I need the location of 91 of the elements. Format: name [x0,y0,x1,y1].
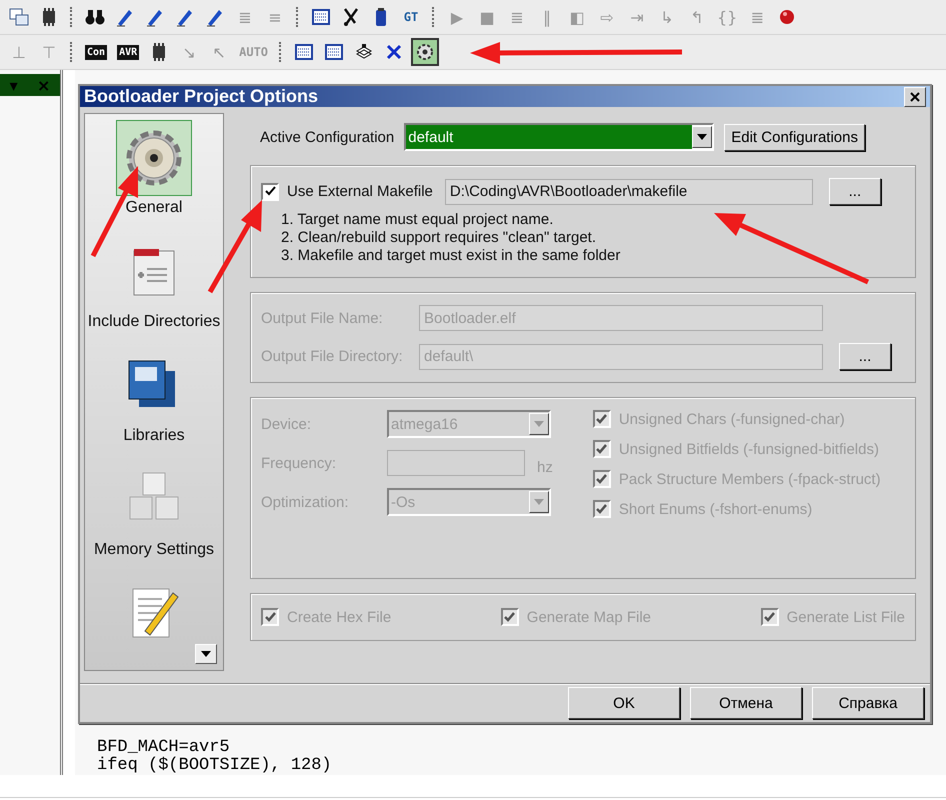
caret-icon [534,499,544,505]
field-label: Optimization: [261,494,350,510]
toolbar-button[interactable]: ≣ [504,3,530,31]
pen-icon [205,7,225,27]
checkbox-label: Generate Map File [526,608,652,626]
sidebar-item[interactable]: Include Directories [85,228,223,342]
dialog-button[interactable]: Справка [812,687,924,719]
checkmark-icon [596,414,608,424]
close-icon [909,90,921,102]
field-label: Output File Directory: [261,348,404,365]
edit-configurations-button[interactable]: Edit Configurations [724,124,865,150]
field-label: Device: [261,416,312,432]
toolbar-button[interactable]: ⇥ [624,3,650,31]
toolbar-button[interactable]: ≣ [744,3,770,31]
checkbox-label: Unsigned Bitfields (-funsigned-bitfields) [618,440,879,458]
grid-icon [324,42,344,62]
checkmark-icon [264,186,276,197]
toolbar-button[interactable] [411,38,440,66]
checkbox-label: Pack Structure Members (-fpack-struct) [618,470,881,488]
dialog-button[interactable]: Отмена [690,687,802,719]
dialog-button[interactable]: OK [568,687,680,719]
toolbar-button[interactable]: ‖ [534,3,560,31]
checkbox[interactable] [261,182,279,200]
toolbar-button[interactable]: ▶ [444,3,470,31]
sidebar-label: Libraries [123,426,185,446]
toolbar-button[interactable]: ◧ [564,3,590,31]
sidebar-label: Memory Settings [94,540,214,560]
toolbar-button[interactable]: GT [398,3,424,31]
toolbar-button[interactable]: ≡ [262,3,288,31]
toolbar-button[interactable]: ⇨ [594,3,620,31]
sidebar-label: Include Directories [88,312,220,332]
sidebar-item[interactable]: Libraries [85,342,223,456]
checkmark-icon [504,612,516,622]
scissors-icon [341,7,361,27]
checkbox-label: Short Enums (-fshort-enums) [618,500,812,518]
checkbox-label: Unsigned Chars (-funsigned-char) [618,410,845,428]
checkmark-icon [596,444,608,454]
pen-icon [145,7,165,27]
makefile-path-field[interactable]: D:\Coding\AVR\Bootloader\makefile [444,178,813,204]
pen-icon [115,7,135,27]
toolbar-button[interactable]: ≣ [232,3,258,31]
toolbar-button[interactable]: ■ [474,3,500,31]
code-line: BFD_MACH=avr5 [97,739,230,757]
caret-icon [697,134,708,140]
configuration-dropdown[interactable]: default [404,123,714,151]
caret-icon [534,421,544,427]
toolbar-label: AUTO [239,45,268,59]
grid-icon [311,7,331,27]
field-label: Frequency: [261,454,338,472]
toolbar-button[interactable]: ↖ [206,38,232,66]
settings-icon [415,42,436,62]
badge-icon: Con [85,44,108,60]
sidebar-item[interactable]: Memory Settings [85,456,223,570]
checkbox-label: Create Hex File [287,608,392,626]
unit-label: hz [537,459,553,476]
toolbar-button[interactable]: Con [82,38,110,66]
note-text: 3. Makefile and target must exist in the same folder [281,247,622,265]
close-button[interactable]: × [36,76,50,94]
toolbar-button[interactable]: ⊥ [6,38,32,66]
checkmark-icon [596,504,608,514]
checkmark-icon [264,612,276,622]
window-title: Bootloader Project Options [84,86,318,107]
toolbar-button[interactable]: ↳ [654,3,680,31]
toolbar-button[interactable]: ↘ [176,38,202,66]
checkmark-icon [764,612,776,622]
field-label: Active Configuration [260,128,394,146]
toolbar-button[interactable]: AUTO [236,38,272,66]
grid-icon [294,42,314,62]
pen-icon [175,7,195,27]
binoculars-icon [85,7,105,27]
toolbar-label: GT [404,10,418,24]
windows-icon [9,7,29,27]
close-button[interactable] [904,86,926,106]
browse-button[interactable]: ... [828,178,881,205]
field-label: Output File Name: [261,310,384,326]
sidebar-item[interactable]: General [85,114,223,228]
checkmark-icon [596,474,608,484]
toolbar-button[interactable]: ⊤ [36,38,62,66]
checkbox-label: Use External Makefile [287,183,433,200]
menu-button[interactable]: ▾ [10,76,18,94]
scroll-down-button[interactable] [195,644,217,664]
note-text: 2. Clean/rebuild support requires "clean" target. [281,229,597,247]
toolbar-button[interactable]: {} [714,3,740,31]
toolbar-button[interactable]: AVR [114,38,142,66]
code-line: ifeq ($(BOOTSIZE), 128) [97,757,333,775]
sidebar-label: General [126,198,182,218]
note-text: 1. Target name must equal project name. [281,211,554,229]
badge-icon: AVR [117,44,140,60]
caret-icon [201,651,211,657]
checkbox-label: Generate List File [786,608,905,626]
toolbar-button[interactable]: ↰ [684,3,710,31]
